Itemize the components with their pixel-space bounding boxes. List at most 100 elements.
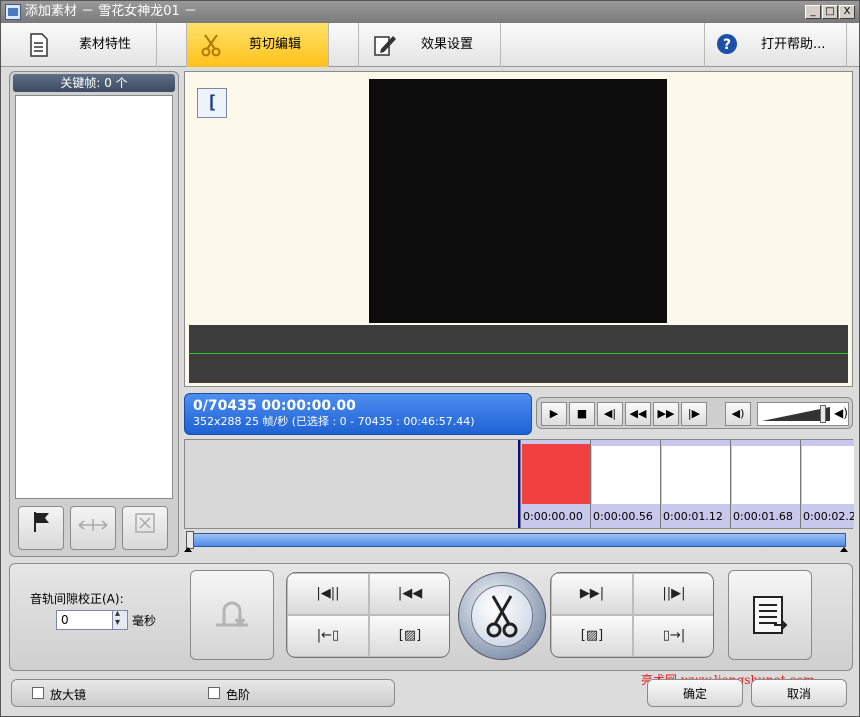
add-material-window: 添加素材 － 雪花女神龙01 － _ □ X 素材特性 剪切编辑 效果设置 ? … <box>0 0 860 717</box>
timeline-thumb[interactable]: 0:00:02.24 <box>800 440 854 528</box>
prev-frame-button[interactable]: ◀| <box>597 402 623 426</box>
timeline-thumb[interactable]: 0:00:01.68 <box>730 440 800 528</box>
thumb-image <box>732 446 800 504</box>
audio-gap-label: 音轨间隙校正(A): <box>30 592 124 606</box>
video-frame <box>369 79 667 323</box>
fast-forward-icon: ▶▶ <box>657 407 675 420</box>
go-to-start-mark-button[interactable]: |◀|| <box>288 574 368 614</box>
cut-end-region-button[interactable]: [▨] <box>552 616 632 656</box>
thumb-time: 0:00:01.68 <box>733 510 793 523</box>
timeline-thumb[interactable]: 0:00:00.00 <box>520 440 590 528</box>
toolbar-spacer <box>157 23 187 67</box>
fast-forward-button[interactable]: ▶▶ <box>653 402 679 426</box>
stop-icon: ■ <box>576 407 588 420</box>
scissors-icon <box>199 33 223 57</box>
play-icon: ▶ <box>549 407 559 420</box>
frame-info-bar: 0/70435 00:00:00.00 352x288 25 帧/秒 (已选择 … <box>184 393 532 435</box>
play-button[interactable]: ▶ <box>541 402 567 426</box>
cut-start-region-button[interactable]: [▨] <box>370 616 449 656</box>
stop-button[interactable]: ■ <box>569 402 595 426</box>
timeline-thumb[interactable]: 0:00:01.12 <box>660 440 730 528</box>
next-frame-button[interactable]: |▶ <box>681 402 707 426</box>
end-marker-icon[interactable] <box>840 547 848 552</box>
end-cut-group: ▶▶| ||▶| [▨] ▯→| <box>550 572 714 658</box>
toolbar-spacer <box>501 23 705 67</box>
playback-controls: ▶ ■ ◀| ◀◀ ▶▶ |▶ ◀) ◀) <box>536 397 853 429</box>
set-end-mark-button[interactable]: ▯→| <box>634 616 713 656</box>
cut-list-button[interactable] <box>728 570 812 660</box>
mark-in-icon[interactable]: [ <box>197 88 227 118</box>
tab-label: 剪切编辑 <box>249 37 302 52</box>
prev-keyframe-button[interactable]: |◀◀ <box>370 574 449 614</box>
scissors-cut-icon <box>471 585 533 647</box>
add-keyframe-button[interactable] <box>18 506 64 550</box>
start-cut-group: |◀|| |◀◀ |←▯ [▨] <box>286 572 450 658</box>
maximize-button[interactable]: □ <box>822 5 838 19</box>
volume-slider[interactable]: ◀) <box>757 402 849 426</box>
go-to-end-mark-button[interactable]: ||▶| <box>634 574 713 614</box>
timeline-strip[interactable]: 0:00:00.00 0:00:00.56 0:00:01.12 0:00:01… <box>184 439 854 529</box>
edit-control-panel: 音轨间隙校正(A): 0 毫秒 |◀|| |◀◀ |←▯ [▨] ▶▶| ||▶… <box>9 563 853 671</box>
keyframe-panel: 关键帧: 0 个 <box>9 71 179 557</box>
keyframe-header: 关键帧: 0 个 <box>13 74 175 92</box>
tab-material-properties[interactable]: 素材特性 <box>1 23 157 67</box>
levels-checkbox[interactable] <box>208 687 220 699</box>
ok-button[interactable]: 确定 <box>647 679 743 707</box>
list-export-icon <box>752 596 788 638</box>
thumb-image <box>662 446 730 504</box>
tab-effect-settings[interactable]: 效果设置 <box>359 23 501 67</box>
close-button[interactable]: X <box>839 5 855 19</box>
position-scrollbar[interactable] <box>184 531 853 553</box>
video-preview: [ <box>184 71 853 387</box>
rewind-button[interactable]: ◀◀ <box>625 402 651 426</box>
edit-pen-icon <box>373 33 397 57</box>
levels-label: 色阶 <box>226 688 251 702</box>
keyframe-list[interactable] <box>15 95 173 499</box>
magnifier-label: 放大镜 <box>50 688 87 702</box>
timeline-cursor[interactable] <box>518 440 520 528</box>
set-start-mark-button[interactable]: |←▯ <box>288 616 368 656</box>
thumb-time: 0:00:00.56 <box>593 510 653 523</box>
next-keyframe-button[interactable]: ▶▶| <box>552 574 632 614</box>
cancel-button[interactable]: 取消 <box>751 679 847 707</box>
delete-keyframe-button[interactable] <box>122 506 168 550</box>
waveform-line <box>189 353 848 354</box>
audio-waveform <box>189 325 848 383</box>
volume-slider-thumb[interactable] <box>820 405 826 423</box>
undo-icon <box>208 601 256 638</box>
magnifier-checkbox[interactable] <box>32 687 44 699</box>
scrollbar-track[interactable] <box>188 533 846 547</box>
main-toolbar: 素材特性 剪切编辑 效果设置 ? 打开帮助... <box>1 23 859 67</box>
help-icon: ? <box>715 33 739 57</box>
timeline-thumbnails: 0:00:00.00 0:00:00.56 0:00:01.12 0:00:01… <box>520 440 854 528</box>
app-icon <box>5 4 21 20</box>
svg-text:?: ? <box>723 37 731 53</box>
set-end-mark-icon: ▯→| <box>662 628 686 643</box>
timeline-thumb[interactable]: 0:00:00.56 <box>590 440 660 528</box>
move-keyframe-button[interactable] <box>70 506 116 550</box>
video-format-info: 352x288 25 帧/秒 (已选择 : 0 - 70435 : 00:46:… <box>193 415 475 428</box>
options-bar: 放大镜 色阶 <box>11 679 395 707</box>
minimize-button[interactable]: _ <box>805 5 821 19</box>
undo-button[interactable] <box>190 570 274 660</box>
cut-start-region-icon: [▨] <box>398 628 422 643</box>
arrows-horizontal-icon <box>77 517 109 538</box>
audio-gap-spinner[interactable] <box>112 608 127 629</box>
next-frame-icon: |▶ <box>687 407 701 420</box>
rewind-icon: ◀◀ <box>629 407 647 420</box>
volume-icon: ◀) <box>834 406 848 420</box>
toolbar-spacer <box>329 23 359 67</box>
mute-button[interactable]: ◀) <box>725 402 751 426</box>
prev-keyframe-icon: |◀◀ <box>397 586 423 601</box>
prev-frame-icon: ◀| <box>603 407 617 420</box>
thumb-image <box>522 444 590 504</box>
start-marker-icon[interactable] <box>184 547 192 552</box>
thumb-image <box>802 446 854 504</box>
go-to-end-icon: ||▶| <box>662 586 686 601</box>
next-keyframe-icon: ▶▶| <box>579 586 605 601</box>
frame-position: 0/70435 00:00:00.00 <box>193 398 356 414</box>
tab-cut-edit[interactable]: 剪切编辑 <box>187 23 329 67</box>
audio-gap-unit: 毫秒 <box>132 614 157 628</box>
cut-button[interactable] <box>458 572 546 660</box>
tab-open-help[interactable]: ? 打开帮助... <box>705 23 847 67</box>
